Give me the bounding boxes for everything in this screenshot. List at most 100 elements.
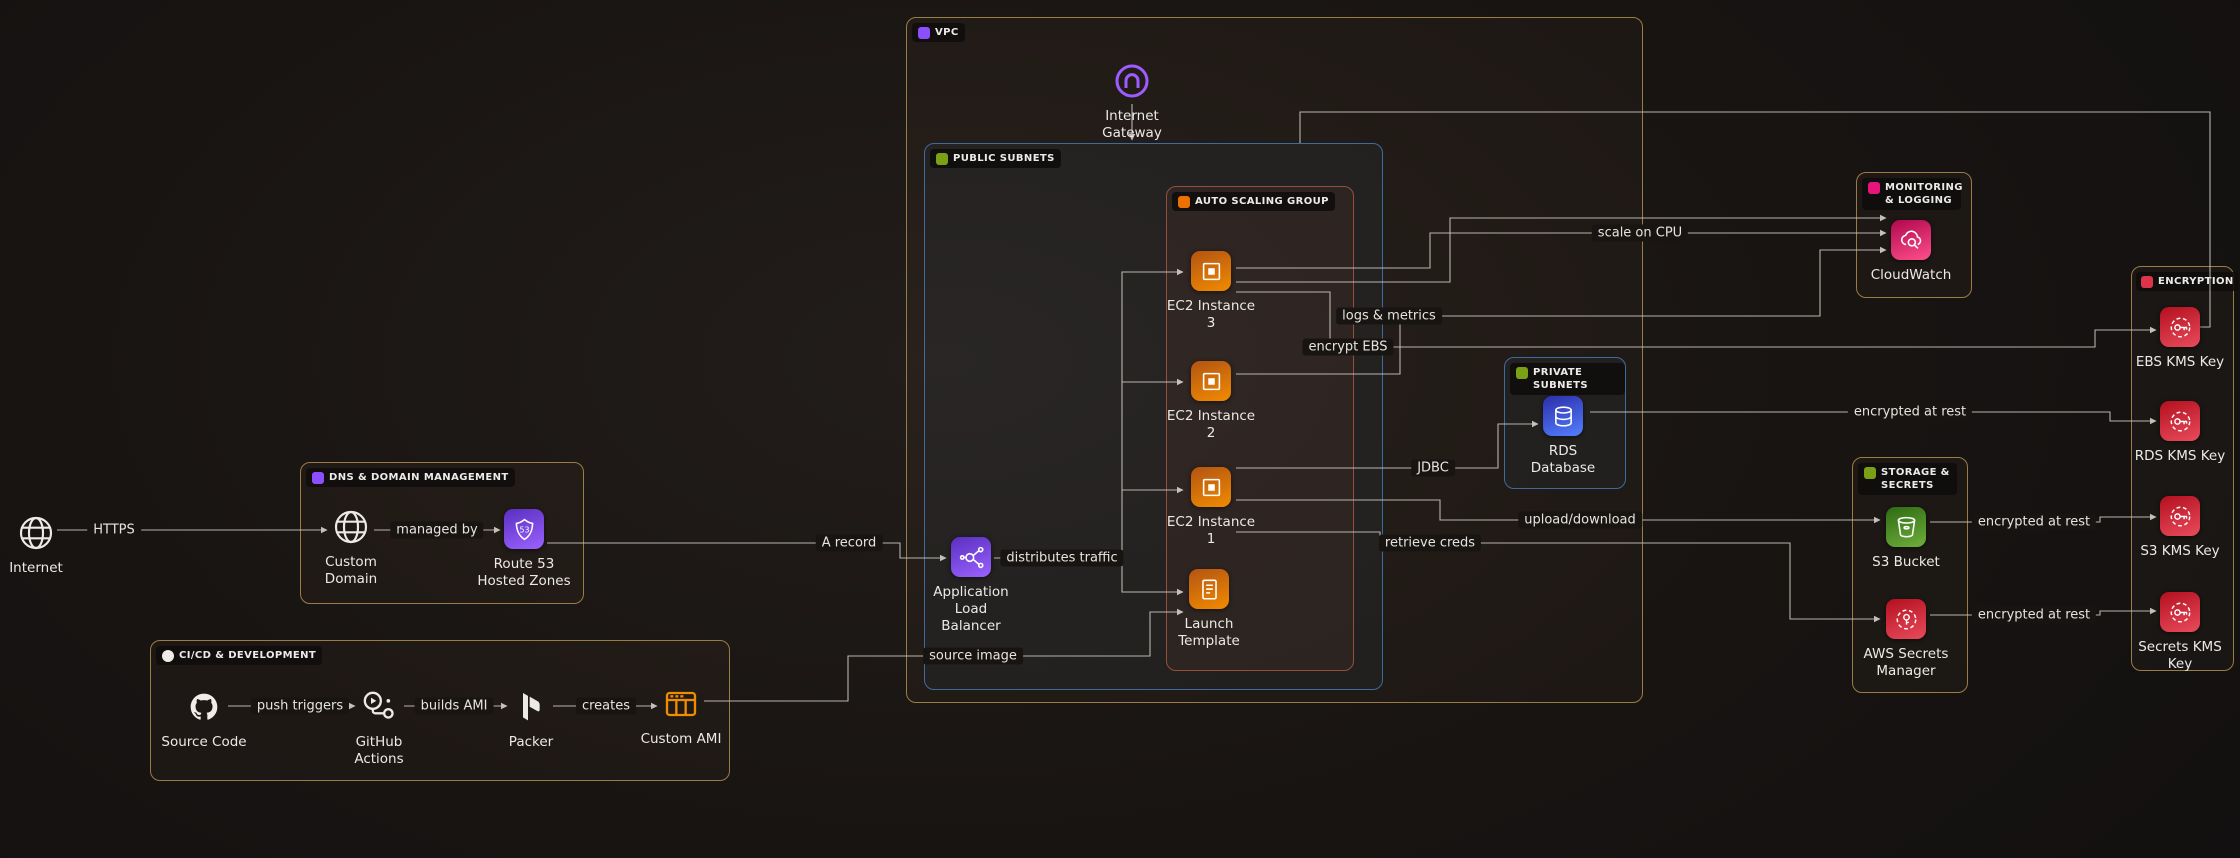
group-monitoring-label: MONITORING & LOGGING [1885,181,1955,207]
rds-icon [1543,396,1583,436]
node-rds-kms-key[interactable]: RDS KMS Key [2132,401,2228,465]
edge-label-s3-encrypted: encrypted at rest [1972,514,2096,531]
edge-a-record-line [547,543,946,558]
node-ec2-instance-1[interactable]: EC2 Instance 1 [1163,467,1259,548]
node-ebs-kms-key[interactable]: EBS KMS Key [2132,307,2228,371]
ec2-icon [1191,361,1231,401]
route53-icon [504,509,544,549]
node-label: EC2 Instance 2 [1163,408,1259,442]
monitoring-badge-icon [1868,182,1880,194]
node-label: Internet [9,560,63,577]
group-public-subnets-label: PUBLIC SUBNETS [953,152,1055,165]
edge-label-a-record: A record [816,535,883,552]
packer-icon [511,687,551,727]
edge-label-rds-encrypted: encrypted at rest [1848,404,1972,421]
group-cicd-header: CI/CD & DEVELOPMENT [156,646,322,665]
node-label: S3 KMS Key [2140,543,2219,560]
ec2-icon [1191,467,1231,507]
node-label: EBS KMS Key [2136,354,2224,371]
node-custom-ami[interactable]: Custom AMI [633,684,729,748]
subnet-badge-icon [936,153,948,165]
edge-label-encrypt-ebs: encrypt EBS [1302,339,1393,356]
node-custom-domain[interactable]: Custom Domain [303,507,399,588]
group-dns-header: DNS & DOMAIN MANAGEMENT [306,468,515,487]
kms-key-icon [2160,307,2200,347]
globe-icon [16,513,56,553]
edge-label-secrets-encrypted: encrypted at rest [1972,607,2096,624]
node-internet-gateway[interactable]: Internet Gateway [1084,61,1180,142]
node-label: EC2 Instance 3 [1163,298,1259,332]
edge-label-creates: creates [576,698,636,715]
node-label: Custom Domain [303,554,399,588]
ec2-icon [1191,251,1231,291]
edge-label-upload-download: upload/download [1518,512,1642,529]
node-packer[interactable]: Packer [483,687,579,751]
kms-key-icon [2160,496,2200,536]
diagram-canvas[interactable]: VPC PUBLIC SUBNETS AUTO SCALING GROUP PR… [0,0,2240,858]
node-label: AWS Secrets Manager [1858,646,1954,680]
edge-label-distributes-traffic: distributes traffic [1000,550,1123,567]
edge-label-builds-ami: builds AMI [415,698,494,715]
group-encryption-label: ENCRYPTION [2158,275,2234,288]
kms-key-icon [2160,401,2200,441]
vpc-badge-icon [918,27,930,39]
group-private-subnets-header: PRIVATE SUBNETS [1510,363,1625,395]
github-actions-icon [359,687,399,727]
node-label: Source Code [161,734,246,751]
node-source-code[interactable]: Source Code [156,687,252,751]
subnet-badge-icon [1516,367,1528,379]
node-label: Internet Gateway [1084,108,1180,142]
node-launch-template[interactable]: Launch Template [1161,569,1257,650]
kms-key-icon [2160,592,2200,632]
node-s3-kms-key[interactable]: S3 KMS Key [2132,496,2228,560]
node-ec2-instance-2[interactable]: EC2 Instance 2 [1163,361,1259,442]
node-label: RDS KMS Key [2135,448,2225,465]
group-encryption-header: ENCRYPTION [2136,272,2239,291]
github-icon [184,687,224,727]
group-cicd-label: CI/CD & DEVELOPMENT [179,649,316,662]
s3-bucket-icon [1886,507,1926,547]
secrets-manager-icon [1886,599,1926,639]
edge-label-retrieve-creds: retrieve creds [1379,535,1481,552]
node-label: S3 Bucket [1872,554,1940,571]
storage-badge-icon [1864,467,1876,479]
edge-label-scale-on-cpu: scale on CPU [1592,225,1688,242]
load-balancer-icon [951,537,991,577]
group-private-subnets-label: PRIVATE SUBNETS [1533,366,1619,392]
globe-icon [331,507,371,547]
cicd-badge-icon [162,650,174,662]
encryption-badge-icon [2141,276,2153,288]
edge-label-jdbc: JDBC [1411,460,1455,477]
node-ec2-instance-3[interactable]: EC2 Instance 3 [1163,251,1259,332]
node-label: Packer [509,734,553,751]
node-label: Application Load Balancer [923,584,1019,635]
group-dns-label: DNS & DOMAIN MANAGEMENT [329,471,509,484]
node-secrets-kms-key[interactable]: Secrets KMS Key [2132,592,2228,673]
group-storage-label: STORAGE & SECRETS [1881,466,1951,492]
node-label: GitHub Actions [331,734,427,768]
node-secrets-manager[interactable]: AWS Secrets Manager [1858,599,1954,680]
edge-label-https: HTTPS [87,522,141,539]
node-route53[interactable]: Route 53 Hosted Zones [476,509,572,590]
internet-gateway-icon [1112,61,1152,101]
group-monitoring-header: MONITORING & LOGGING [1862,178,1961,210]
node-s3-bucket[interactable]: S3 Bucket [1858,507,1954,571]
node-internet[interactable]: Internet [0,513,84,577]
node-rds-database[interactable]: RDS Database [1515,396,1611,477]
edge-label-push-triggers: push triggers [251,698,349,715]
group-vpc-label: VPC [935,26,959,39]
cloudwatch-icon [1891,220,1931,260]
group-vpc-header: VPC [912,23,965,42]
group-auto-scaling-label: AUTO SCALING GROUP [1195,195,1329,208]
node-label: Secrets KMS Key [2132,639,2228,673]
node-label: RDS Database [1515,443,1611,477]
group-public-subnets-header: PUBLIC SUBNETS [930,149,1061,168]
node-cloudwatch[interactable]: CloudWatch [1863,220,1959,284]
node-label: Route 53 Hosted Zones [476,556,572,590]
node-label: Custom AMI [641,731,722,748]
edge-label-source-image: source image [923,648,1023,665]
edge-label-logs-metrics: logs & metrics [1336,308,1442,325]
group-storage-header: STORAGE & SECRETS [1858,463,1957,495]
dns-badge-icon [312,472,324,484]
launch-template-icon [1189,569,1229,609]
